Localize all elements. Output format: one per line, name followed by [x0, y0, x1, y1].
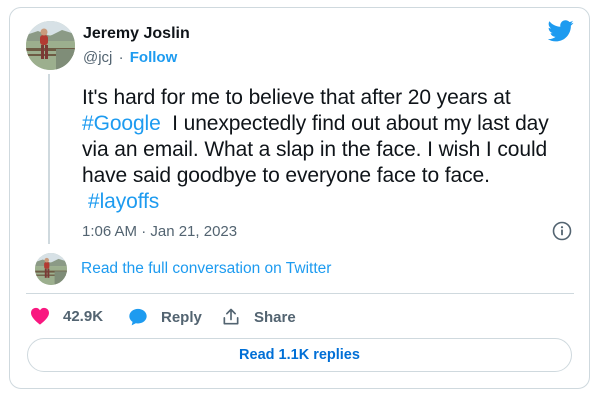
reply-label: Reply [161, 308, 202, 326]
like-button[interactable]: 42.9K [30, 307, 103, 325]
follow-button[interactable]: Follow [130, 49, 178, 66]
tweet-text: It's hard for me to believe that after 2… [82, 85, 552, 215]
speech-bubble-icon [129, 308, 147, 326]
avatar-photo [35, 253, 67, 285]
like-count: 42.9K [63, 307, 104, 325]
hashtag-layoffs[interactable]: #layoffs [88, 190, 159, 213]
twitter-bird-icon[interactable] [548, 20, 574, 42]
author-handle[interactable]: @jcj [83, 49, 112, 66]
read-conversation-link[interactable]: Read the full conversation on Twitter [81, 260, 331, 278]
author-avatar[interactable] [26, 21, 75, 70]
tweet-timestamp[interactable]: 1:06 AM · Jan 21, 2023 [82, 223, 237, 240]
hashtag-google[interactable]: #Google [82, 112, 161, 135]
share-upload-icon [223, 308, 239, 325]
read-replies-label: Read 1.1K replies [239, 347, 360, 363]
heart-icon [31, 307, 49, 325]
reply-button[interactable]: Reply [128, 307, 202, 327]
tweet-line: It's hard for me to believe that after 2… [82, 86, 511, 109]
conversation-avatar[interactable] [35, 253, 67, 285]
meta-separator: · [118, 49, 124, 66]
author-name[interactable]: Jeremy Joslin [83, 25, 190, 43]
tweet-line: #Google I unexpectedly find out about my… [82, 111, 552, 137]
info-icon[interactable] [552, 221, 572, 241]
tweet-line-rest: I unexpectedly find out about my last da… [160, 112, 549, 135]
divider [26, 293, 574, 294]
share-label: Share [254, 308, 296, 326]
tweet-line: have said goodbye to everyone face to fa… [82, 164, 490, 187]
tweet-line: via an email. What a slap in the face. I… [82, 138, 548, 161]
action-bar: 42.9K Reply Share [0, 307, 600, 329]
share-button[interactable]: Share [221, 307, 296, 327]
tweet-line: #layoffs [82, 189, 552, 215]
author-meta: @jcj · Follow [83, 49, 177, 66]
avatar-photo [26, 21, 75, 70]
read-replies-button[interactable]: Read 1.1K replies [27, 338, 572, 372]
thread-connector-line [48, 74, 50, 244]
